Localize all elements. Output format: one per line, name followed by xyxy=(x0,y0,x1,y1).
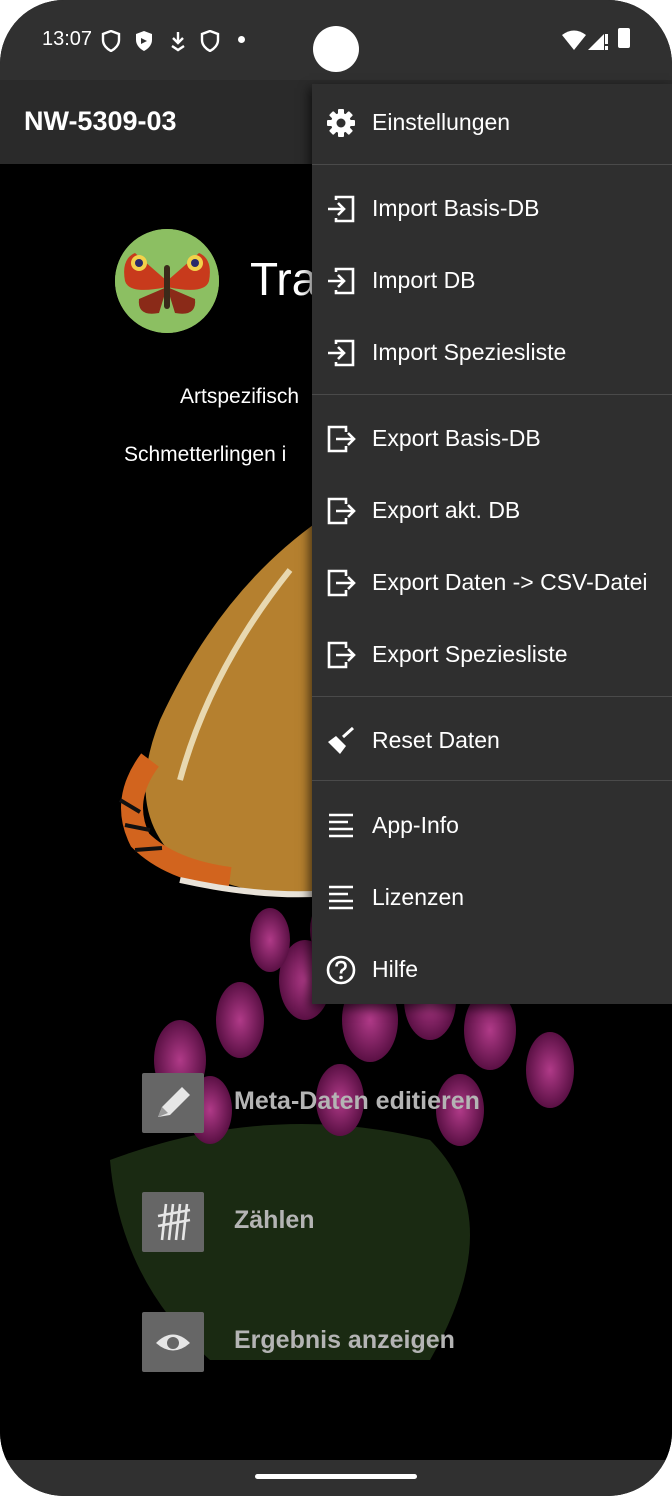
menu-item-label: Export akt. DB xyxy=(372,497,521,523)
edit-metadata-label[interactable]: Meta-Daten editieren xyxy=(234,1087,480,1116)
status-time: 13:07 xyxy=(42,28,93,50)
show-results-action[interactable]: Ergebnis anzeigen xyxy=(142,1312,522,1374)
import-icon xyxy=(328,195,355,223)
menu-divider xyxy=(312,780,672,781)
menu-item-label: Hilfe xyxy=(372,956,419,982)
menu-item-label: App-Info xyxy=(372,812,459,838)
menu-item-settings[interactable]: Einstellungen xyxy=(312,86,672,158)
export-icon xyxy=(327,569,356,597)
download-badge-icon xyxy=(171,32,185,52)
text-lines-icon xyxy=(329,885,353,910)
import-icon xyxy=(328,267,355,295)
show-results-label[interactable]: Ergebnis anzeigen xyxy=(234,1326,455,1355)
front-camera xyxy=(313,26,359,72)
notification-dot-icon xyxy=(238,36,245,43)
menu-item-label: Export Daten -> CSV-Datei xyxy=(372,569,648,595)
help-circle-icon xyxy=(326,955,356,985)
navigation-bar xyxy=(0,1460,672,1496)
overflow-menu: Einstellungen Import Basis-DB Import DB … xyxy=(312,84,672,1004)
import-icon xyxy=(328,339,355,367)
subtitle-line-2: Schmetterlingen i xyxy=(124,443,287,466)
menu-divider xyxy=(312,164,672,165)
app-bar-title: NW-5309-03 xyxy=(24,106,177,136)
menu-item-hilfe[interactable]: Hilfe xyxy=(312,933,672,1005)
menu-item-lizenzen[interactable]: Lizenzen xyxy=(312,861,672,933)
signal-icon xyxy=(588,34,608,50)
menu-item-export-basis-db[interactable]: Export Basis-DB xyxy=(312,402,672,474)
menu-item-label: Reset Daten xyxy=(372,727,500,753)
show-results-button[interactable] xyxy=(142,1312,204,1372)
menu-item-label: Import Basis-DB xyxy=(372,195,540,221)
pencil-icon xyxy=(158,1087,190,1117)
count-label[interactable]: Zählen xyxy=(234,1206,315,1235)
menu-item-import-speziesliste[interactable]: Import Speziesliste xyxy=(312,316,672,388)
app-logo xyxy=(115,229,219,333)
subtitle-line-1: Artspezifisch xyxy=(180,385,300,408)
menu-item-label: Export Basis-DB xyxy=(372,425,541,451)
text-lines-icon xyxy=(329,813,353,838)
shield-outline-icon xyxy=(200,30,220,52)
tally-icon xyxy=(157,1203,191,1241)
count-action[interactable]: Zählen xyxy=(142,1192,522,1254)
status-bar: 13:07 xyxy=(0,0,672,80)
home-gesture-handle[interactable] xyxy=(255,1474,417,1479)
edit-metadata-button[interactable] xyxy=(142,1073,204,1133)
menu-item-label: Export Speziesliste xyxy=(372,641,568,667)
menu-item-label: Import Speziesliste xyxy=(372,339,567,365)
export-icon xyxy=(327,425,356,453)
main-title: Tra xyxy=(250,253,318,305)
menu-item-export-csv[interactable]: Export Daten -> CSV-Datei xyxy=(312,546,672,618)
menu-item-app-info[interactable]: App-Info xyxy=(312,789,672,861)
menu-item-export-akt-db[interactable]: Export akt. DB xyxy=(312,474,672,546)
shield-outline-icon xyxy=(101,30,121,52)
export-icon xyxy=(327,641,356,669)
menu-item-import-basis-db[interactable]: Import Basis-DB xyxy=(312,172,672,244)
count-button[interactable] xyxy=(142,1192,204,1252)
wifi-icon xyxy=(562,30,586,50)
menu-divider xyxy=(312,394,672,395)
menu-item-import-db[interactable]: Import DB xyxy=(312,244,672,316)
phone-screen: 13:07 NW-5309-03 Tra Artspezifisch Schme… xyxy=(0,0,672,1496)
menu-divider xyxy=(312,696,672,697)
menu-item-label: Lizenzen xyxy=(372,884,465,910)
menu-item-reset-daten[interactable]: Reset Daten xyxy=(312,704,672,776)
menu-item-export-speziesliste[interactable]: Export Speziesliste xyxy=(312,618,672,690)
broom-icon xyxy=(328,726,355,754)
edit-metadata-action[interactable]: Meta-Daten editieren xyxy=(142,1073,522,1135)
eye-icon xyxy=(156,1334,190,1351)
menu-item-label: Import DB xyxy=(372,267,476,293)
battery-icon xyxy=(618,28,630,48)
shield-filled-icon xyxy=(136,31,152,51)
export-icon xyxy=(327,497,356,525)
gear-icon xyxy=(327,109,355,137)
menu-item-label: Einstellungen xyxy=(372,109,511,135)
